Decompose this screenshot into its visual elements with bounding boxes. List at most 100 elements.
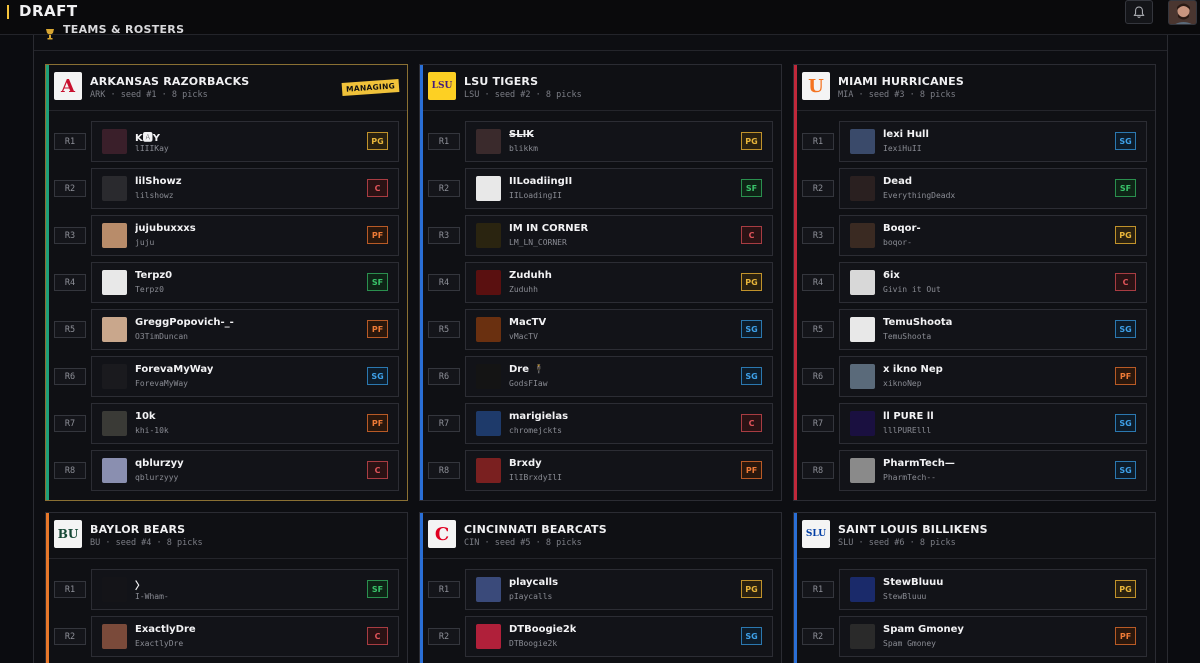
team-card[interactable]: BU BAYLOR BEARS BU · seed #4 · 8 picks R1 〉 I… [45,512,408,663]
player-card[interactable]: Dead EverythingDeadx SF [839,168,1147,209]
round-label: R7 [54,415,86,432]
player-card[interactable]: IM IN CORNER LM_LN_CORNER C [465,215,773,256]
avatar-image [1169,1,1196,24]
round-label: R1 [428,133,460,150]
player-name: IILoadiingII [509,176,573,187]
player-card[interactable]: TemuShoota TemuShoota SG [839,309,1147,350]
team-header: U MIAMI HURRICANES MIA · seed #3 · 8 picks [797,65,1155,111]
round-label: R3 [54,227,86,244]
position-badge: SG [741,367,762,385]
player-name: Dead [883,176,912,187]
team-logo-text: LSU [431,81,453,91]
player-avatar [476,223,501,248]
player-avatar [102,223,127,248]
player-username: qblurzyyy [135,473,179,482]
position-badge: C [367,179,388,197]
round-label: R7 [428,415,460,432]
player-card[interactable]: ll PURE ll lllPURElll SG [839,403,1147,444]
player-name: GreggPopovich-_- [135,317,234,328]
player-card[interactable]: playcalls pIaycalls PG [465,569,773,610]
player-avatar [102,458,127,483]
team-card[interactable]: SLU SAINT LOUIS BILLIKENS SLU · seed #6 · … [793,512,1156,663]
player-username: khi-10k [135,426,169,435]
player-card[interactable]: K🅰Y lIIIKay PG [91,121,399,162]
player-name: Dre 🕴 [509,364,545,375]
player-card[interactable]: Brxdy IlIBrxdyIlI PF [465,450,773,491]
player-card[interactable]: qblurzyy qblurzyyy C [91,450,399,491]
notifications-button[interactable] [1125,0,1153,24]
round-label: R8 [802,462,834,479]
team-meta: BU · seed #4 · 8 picks [90,538,203,548]
player-card[interactable]: DTBoogie2k DTBoogie2k SG [465,616,773,657]
player-name: S̶L̶I̶K̶ [509,129,535,140]
pick-row: R1 StewBluuu StewBluuu PG [794,569,1155,616]
position-badge: SG [1115,320,1136,338]
player-card[interactable]: jujubuxxxs juju PF [91,215,399,256]
player-card[interactable]: Dre 🕴 GodsFIaw SG [465,356,773,397]
player-avatar [476,458,501,483]
player-card[interactable]: IILoadiingII IILoadingII SF [465,168,773,209]
round-label: R4 [428,274,460,291]
team-logo: SLU [802,520,830,548]
player-card[interactable]: lexi Hull IexiHuII SG [839,121,1147,162]
player-name: ForevaMyWay [135,364,214,375]
team-name: LSU TIGERS [464,75,539,88]
panel-title: TEAMS & ROSTERS [63,25,185,36]
pick-row: R2 IILoadiingII IILoadingII SF [420,168,781,215]
user-avatar[interactable] [1168,0,1197,25]
round-label: R1 [54,581,86,598]
team-card[interactable]: U MIAMI HURRICANES MIA · seed #3 · 8 picks… [793,64,1156,501]
position-badge: SF [741,179,762,197]
position-badge: PG [741,273,762,291]
player-name: DTBoogie2k [509,624,577,635]
round-label: R6 [54,368,86,385]
pick-row: R2 Spam Gmoney Spam Gmoney PF [794,616,1155,663]
player-avatar [850,624,875,649]
player-card[interactable]: lilShowz lilshowz C [91,168,399,209]
round-label: R1 [802,581,834,598]
player-card[interactable]: PharmTech— PharmTech-- SG [839,450,1147,491]
player-username: LM_LN_CORNER [509,238,567,247]
player-card[interactable]: ForevaMyWay ForevaMyWay SG [91,356,399,397]
pick-row: R6 Dre 🕴 GodsFIaw SG [420,356,781,403]
team-meta: CIN · seed #5 · 8 picks [464,538,582,548]
round-label: R5 [428,321,460,338]
player-avatar [102,577,127,602]
round-label: R2 [802,180,834,197]
player-card[interactable]: GreggPopovich-_- O3TimDuncan PF [91,309,399,350]
player-username: TemuShoota [883,332,932,341]
player-card[interactable]: Zuduhh Zuduhh PG [465,262,773,303]
position-badge: C [741,226,762,244]
player-card[interactable]: 10k khi-10k PF [91,403,399,444]
player-card[interactable]: MacTV vMacTV SG [465,309,773,350]
pick-row: R7 marigielas chromejckts C [420,403,781,450]
team-card[interactable]: A ARKANSAS RAZORBACKS ARK · seed #1 · 8 pi… [45,64,408,501]
player-card[interactable]: S̶L̶I̶K̶ blikkm PG [465,121,773,162]
position-badge: C [367,627,388,645]
pick-row: R1 playcalls pIaycalls PG [420,569,781,616]
player-avatar [850,129,875,154]
player-card[interactable]: StewBluuu StewBluuu PG [839,569,1147,610]
player-card[interactable]: ExactlyDre ExactlyDre C [91,616,399,657]
player-avatar [476,364,501,389]
player-card[interactable]: 〉 I-Wham- SF [91,569,399,610]
pick-row: R3 jujubuxxxs juju PF [46,215,407,262]
player-card[interactable]: Terpz0 Terpz0 SF [91,262,399,303]
player-avatar [850,317,875,342]
player-card[interactable]: Boqor-boqor- PG [839,215,1147,256]
player-card[interactable]: marigielas chromejckts C [465,403,773,444]
player-card[interactable]: x ikno Nep xiknoNep PF [839,356,1147,397]
player-avatar [476,129,501,154]
player-username: O3TimDuncan [135,332,188,341]
team-card[interactable]: LSU LSU TIGERS LSU · seed #2 · 8 picks R1 S̶… [419,64,782,501]
player-card[interactable]: Spam Gmoney Spam Gmoney PF [839,616,1147,657]
round-label: R4 [54,274,86,291]
team-card[interactable]: C CINCINNATI BEARCATS CIN · seed #5 · 8 pi… [419,512,782,663]
pick-row: R1 〉 I-Wham- SF [46,569,407,616]
player-avatar [850,364,875,389]
player-name: 〉 [135,581,145,592]
position-badge: PF [367,414,388,432]
team-logo: C [428,520,456,548]
pick-row: R8 qblurzyy qblurzyyy C [46,450,407,497]
player-card[interactable]: 6ix Givin it Out C [839,262,1147,303]
